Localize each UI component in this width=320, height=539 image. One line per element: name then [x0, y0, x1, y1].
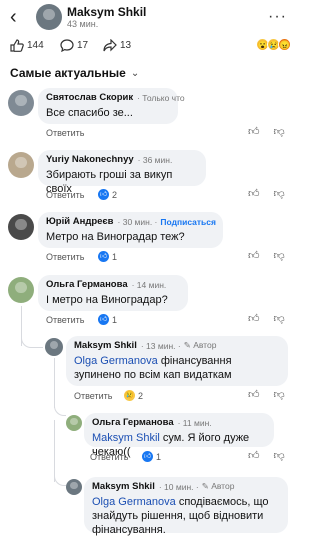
comment-actions: 👍︎ 👎︎: [248, 125, 285, 138]
comment-time: · 11 мин.: [177, 417, 212, 428]
reply-button[interactable]: Ответить: [46, 128, 84, 138]
author-badge: ✎ Автор: [183, 340, 217, 350]
avatar[interactable]: [8, 277, 34, 303]
avatar[interactable]: [8, 152, 34, 178]
sad-reaction-icon: 😢: [124, 390, 135, 401]
angry-reaction-icon: 😠: [278, 38, 291, 51]
reply-button[interactable]: Ответить: [90, 452, 128, 462]
comment-text: Метро на Виноградар теж?: [46, 231, 185, 243]
like-count: 144: [27, 40, 44, 51]
reaction-count[interactable]: 👍︎ 1: [142, 451, 161, 462]
comment-time: · 30 мин. ·: [117, 216, 158, 227]
post-header: ‹ Maksym Shkil 43 мин. ···: [0, 0, 297, 34]
reaction-count[interactable]: 😢 2: [124, 390, 143, 401]
author-name[interactable]: Maksym Shkil: [67, 5, 146, 19]
comment-time: · 14 мин.: [131, 279, 167, 290]
dislike-icon[interactable]: 👎︎: [274, 388, 285, 401]
dislike-icon[interactable]: 👎︎: [274, 449, 285, 462]
like-stat[interactable]: 144: [10, 39, 44, 52]
comment-author[interactable]: Святослав Скорик: [46, 92, 133, 103]
thread-line: [54, 400, 66, 416]
avatar[interactable]: [66, 415, 82, 431]
dislike-icon[interactable]: 👎︎: [274, 187, 285, 200]
author-badge: ✎ Автор: [201, 481, 235, 491]
comment-bubble: Юрій Андреєв · 30 мин. · Подписаться Метро…: [38, 212, 223, 248]
comment-actions: 👍︎ 👎︎: [248, 187, 285, 200]
back-arrow-icon[interactable]: ‹: [10, 7, 24, 27]
reaction-count[interactable]: 👍︎ 2: [98, 189, 117, 200]
like-icon[interactable]: 👍︎: [248, 125, 260, 138]
like-icon[interactable]: 👍︎: [248, 449, 260, 462]
comment-bubble: Yuriy Nakonechnyy · 36 мин. Збирають грош…: [38, 150, 206, 195]
like-icon[interactable]: 👍︎: [248, 388, 260, 401]
follow-button[interactable]: Подписаться: [160, 217, 216, 227]
chevron-down-icon: ⌄: [130, 67, 140, 79]
comment-actions: 👍︎ 👎︎: [248, 388, 285, 401]
thread-line: [54, 470, 66, 486]
reply-button[interactable]: Ответить: [46, 252, 84, 262]
like-icon[interactable]: 👍︎: [248, 249, 260, 262]
like-icon[interactable]: 👍︎: [248, 187, 260, 200]
thumbs-up-icon: [10, 39, 24, 52]
comment-time: · 13 мин. ·: [140, 340, 181, 351]
avatar[interactable]: [36, 4, 62, 30]
comment-author[interactable]: Юрій Андреєв: [46, 216, 114, 227]
comment-time: · 10 мин. ·: [158, 481, 199, 492]
comment-bubble: Maksym Shkil · 10 мин. · ✎ Автор Olga Germ…: [84, 477, 288, 536]
sort-label: Самые актуальные: [10, 66, 126, 80]
comment-author[interactable]: Maksym Shkil: [92, 481, 155, 492]
avatar[interactable]: [66, 479, 82, 495]
share-count: 13: [120, 40, 132, 51]
comment-text: І метро на Виноградар?: [46, 294, 168, 306]
comment-bubble: Maksym Shkil · 13 мин. · ✎ Автор Olga Germ…: [66, 336, 288, 386]
reaction-count[interactable]: 👍︎ 1: [98, 251, 117, 262]
dislike-icon[interactable]: 👎︎: [274, 312, 285, 325]
comment-author[interactable]: Ольга Германова: [92, 417, 174, 428]
share-icon: [103, 39, 117, 52]
more-options-icon[interactable]: ···: [268, 8, 287, 26]
post-stats: 144 17 13 😮 😢 😠: [0, 37, 297, 57]
dislike-icon[interactable]: 👎︎: [274, 249, 285, 262]
reactions-summary[interactable]: 😮 😢 😠: [256, 38, 291, 51]
comment-bubble: Ольга Германова · 14 мин. І метро на Вино…: [38, 275, 188, 311]
like-icon[interactable]: 👍︎: [248, 312, 260, 325]
reply-button[interactable]: Ответить: [46, 190, 84, 200]
avatar[interactable]: [45, 338, 63, 356]
avatar[interactable]: [8, 214, 34, 240]
comment-author[interactable]: Maksym Shkil: [74, 340, 137, 351]
like-badge-icon: 👍︎: [142, 451, 153, 462]
comment-actions: 👍︎ 👎︎: [248, 449, 285, 462]
mention-link[interactable]: Olga Germanova: [74, 355, 158, 367]
comment-author[interactable]: Yuriy Nakonechnyy: [46, 154, 134, 165]
comment-icon: [60, 39, 74, 52]
mention-link[interactable]: Maksym Shkil: [92, 432, 160, 444]
comment-bubble: Ольга Германова · 11 мин. Maksym Shkil су…: [84, 413, 274, 458]
like-badge-icon: 👍︎: [98, 314, 109, 325]
comment-text: Все спасибо зе...: [46, 107, 133, 119]
comment-sort-dropdown[interactable]: Самые актуальные ⌄: [10, 66, 139, 80]
like-badge-icon: 👍︎: [98, 251, 109, 262]
reaction-count[interactable]: 👍︎ 1: [98, 314, 117, 325]
comment-time: · Только что: [137, 92, 185, 103]
comment-actions: 👍︎ 👎︎: [248, 249, 285, 262]
share-stat[interactable]: 13: [103, 39, 131, 52]
avatar[interactable]: [8, 90, 34, 116]
comment-count: 17: [77, 40, 89, 51]
comment-time: · 36 мин.: [137, 154, 173, 165]
comment-actions: 👍︎ 👎︎: [248, 312, 285, 325]
post-time: 43 мин.: [67, 19, 99, 29]
dislike-icon[interactable]: 👎︎: [274, 125, 285, 138]
comment-stat[interactable]: 17: [60, 39, 88, 52]
reply-button[interactable]: Ответить: [74, 391, 112, 401]
comment-author[interactable]: Ольга Германова: [46, 279, 128, 290]
thread-line: [21, 330, 43, 348]
like-badge-icon: 👍︎: [98, 189, 109, 200]
mention-link[interactable]: Olga Germanova: [92, 496, 176, 508]
comment-bubble: Святослав Скорик · Только что Все спасибо…: [38, 88, 185, 124]
reply-button[interactable]: Ответить: [46, 315, 84, 325]
